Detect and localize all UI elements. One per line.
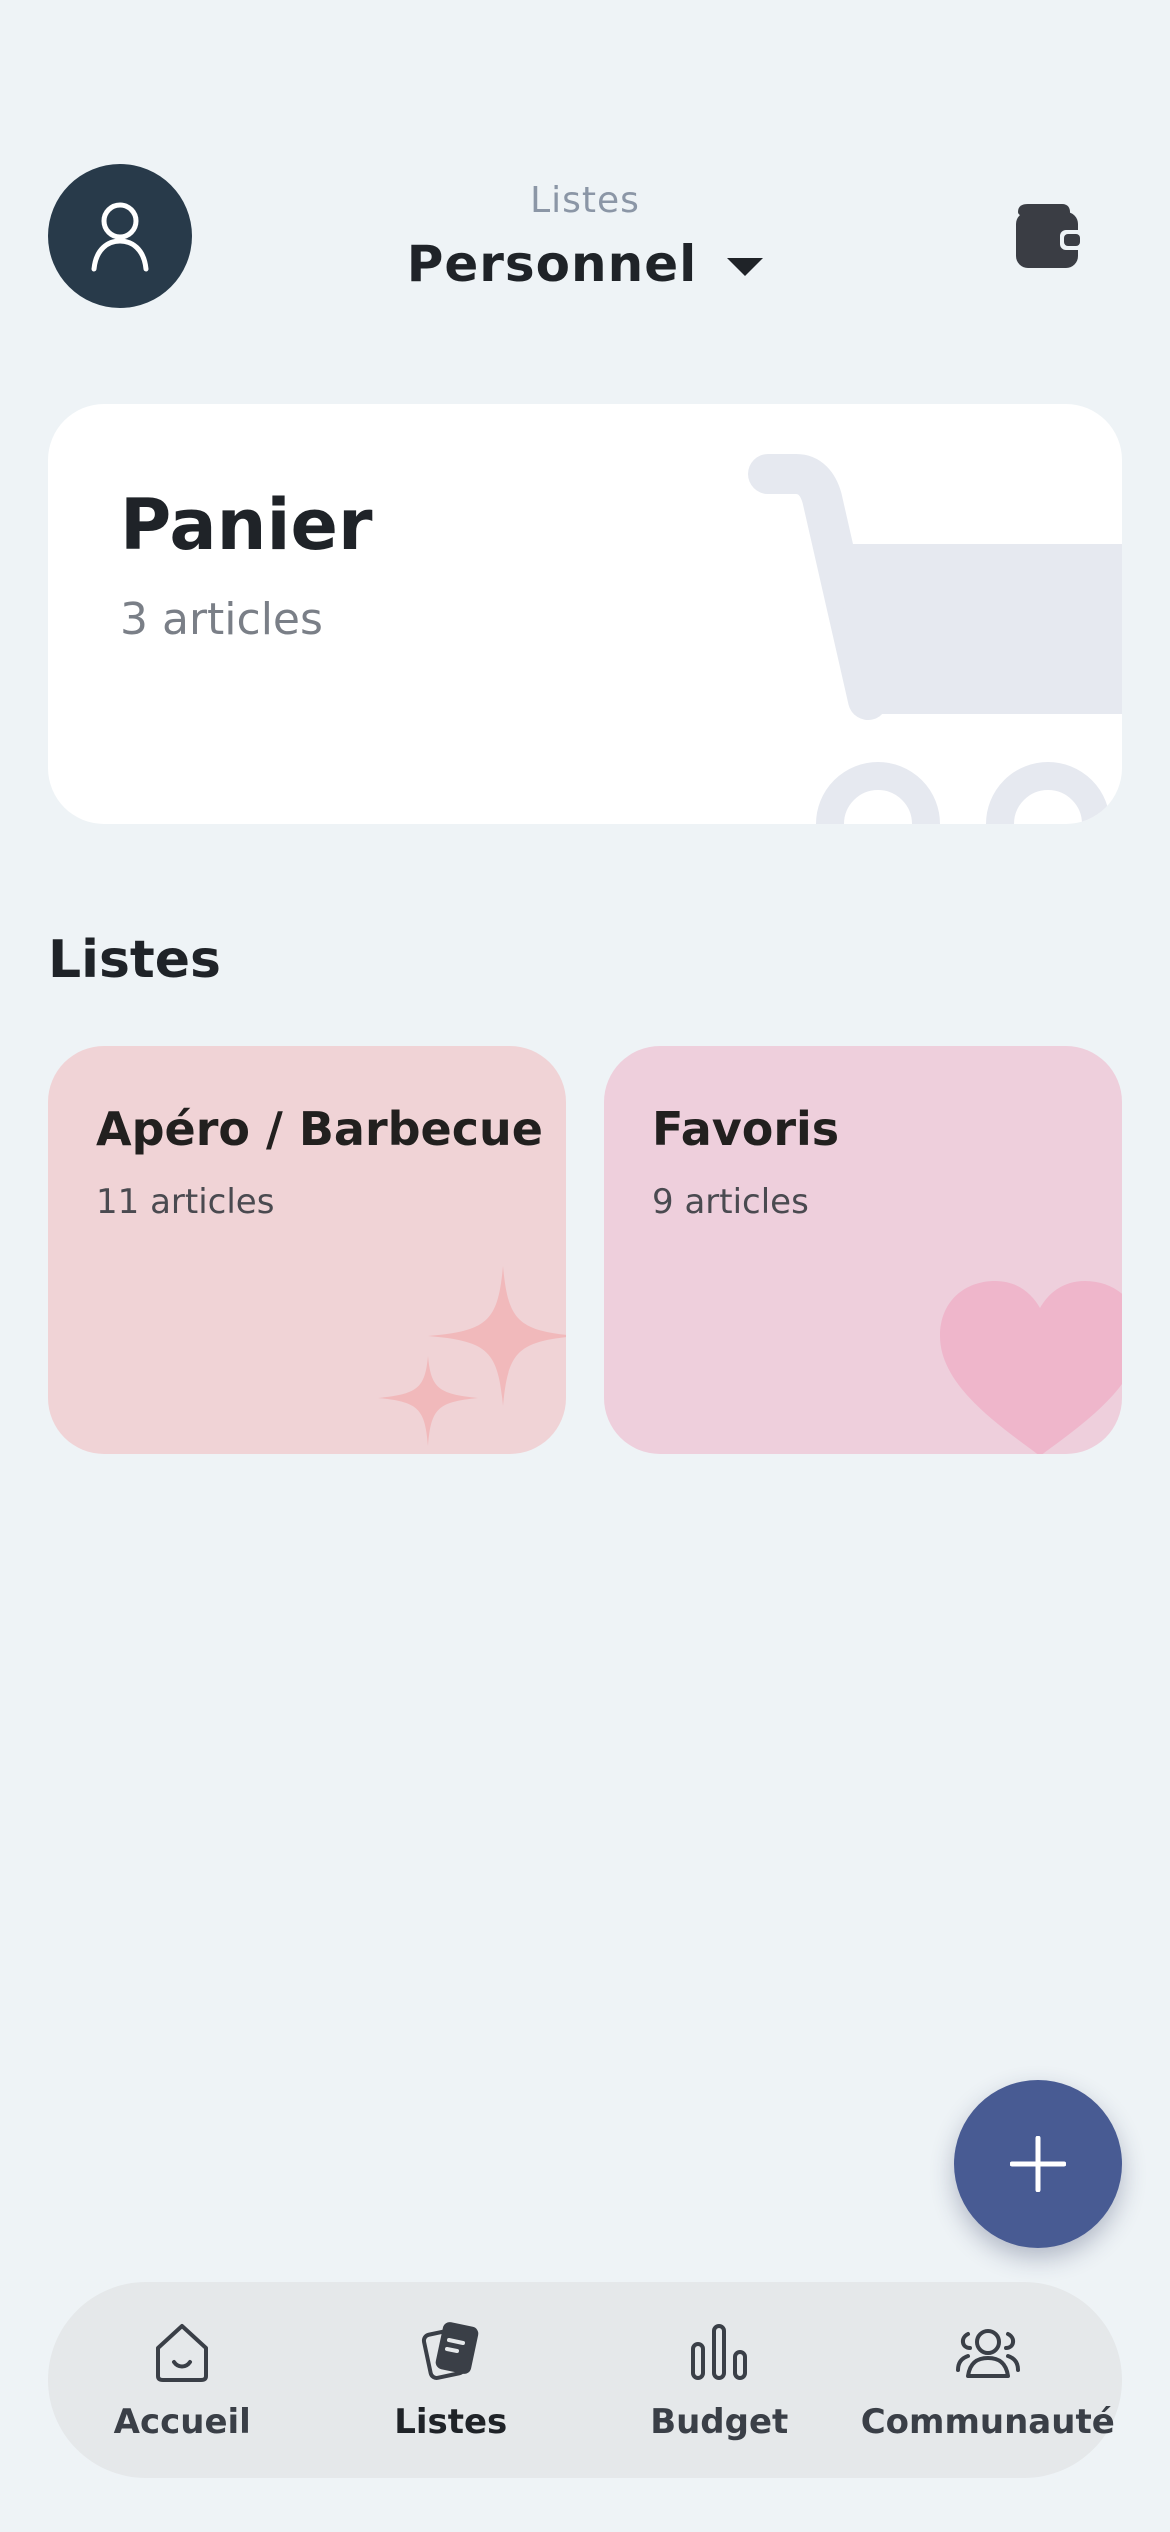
nav-label-budget: Budget <box>650 2402 789 2442</box>
community-icon <box>955 2329 1020 2378</box>
heart-icon <box>940 1281 1122 1454</box>
bottom-nav: Accueil Listes Budget Communauté <box>48 2282 1122 2478</box>
basket-card[interactable]: Panier 3 articles <box>48 404 1122 824</box>
home-icon <box>156 2324 209 2382</box>
list-selector-subtitle: Listes <box>530 180 640 221</box>
list-selector-row[interactable]: Personnel <box>385 235 785 293</box>
list-card-title: Favoris <box>652 1102 840 1156</box>
basket-title: Panier <box>120 484 373 566</box>
app-root: Listes Personnel Panier 3 articles Liste… <box>0 0 1170 2532</box>
list-card-title: Apéro / Barbecue <box>96 1102 543 1156</box>
list-card-apero[interactable]: Apéro / Barbecue 11 articles <box>48 1046 566 1454</box>
caret-down-icon[interactable] <box>727 258 764 276</box>
list-selector-title: Personnel <box>406 235 698 293</box>
list-card-count: 9 articles <box>652 1182 809 1222</box>
plus-icon <box>1010 2136 1066 2192</box>
nav-item-accueil[interactable]: Accueil <box>57 2318 307 2442</box>
user-icon <box>91 202 149 272</box>
wallet-icon[interactable] <box>1010 198 1086 274</box>
shopping-cart-icon <box>748 454 1122 824</box>
sparkle-icon <box>378 1266 566 1446</box>
nav-label-communaute: Communauté <box>860 2402 1115 2442</box>
list-selector[interactable]: Listes Personnel <box>385 180 785 293</box>
section-title-lists: Listes <box>48 930 221 990</box>
nav-item-communaute[interactable]: Communauté <box>860 2318 1115 2442</box>
add-list-button[interactable] <box>954 2080 1122 2248</box>
bar-chart-icon <box>691 2324 748 2380</box>
nav-item-listes[interactable]: Listes <box>326 2318 576 2442</box>
lists-icon <box>421 2322 479 2380</box>
nav-label-accueil: Accueil <box>113 2402 251 2442</box>
profile-avatar-button[interactable] <box>48 164 192 308</box>
list-card-count: 11 articles <box>96 1182 275 1222</box>
nav-label-listes: Listes <box>394 2402 508 2442</box>
nav-item-budget[interactable]: Budget <box>594 2318 844 2442</box>
basket-count: 3 articles <box>120 594 323 645</box>
list-card-favorites[interactable]: Favoris 9 articles <box>604 1046 1122 1454</box>
